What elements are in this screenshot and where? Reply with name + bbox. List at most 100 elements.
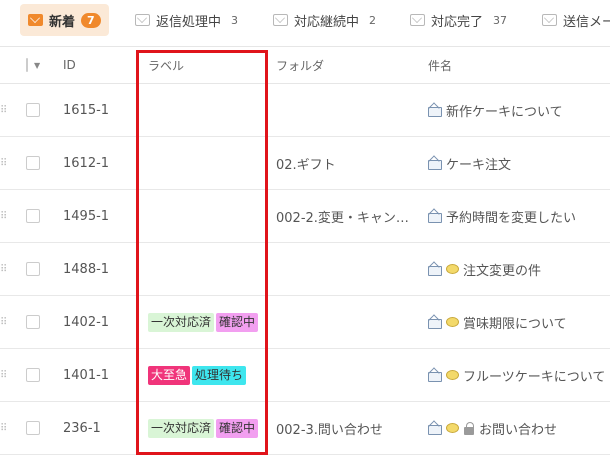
tab-label: 返信処理中 bbox=[156, 14, 222, 30]
select-all-checkbox[interactable]: ▼ bbox=[26, 47, 40, 83]
subject-cell[interactable]: 注文変更の件 bbox=[428, 243, 610, 295]
table-header: ▼ ID ラベル フォルダ 件名 bbox=[0, 46, 610, 84]
row-checkbox[interactable] bbox=[26, 243, 40, 295]
mail-icon bbox=[428, 422, 442, 435]
label-tag: 処理待ち bbox=[192, 365, 247, 385]
table-row[interactable]: ⠿ 236-1 一次対応済 確認中 002-3.問い合わせ お問い合わせ bbox=[0, 402, 610, 455]
label-cell bbox=[148, 84, 264, 136]
row-checkbox[interactable] bbox=[26, 296, 40, 348]
tab-completed[interactable]: 対応完了 37 bbox=[410, 4, 507, 36]
subject-text: 新作ケーキについて bbox=[446, 104, 563, 120]
message-id: 1495-1 bbox=[63, 208, 110, 224]
row-checkbox[interactable] bbox=[26, 402, 40, 454]
envelope-icon bbox=[410, 14, 425, 26]
tab-label: 送信メー bbox=[563, 14, 610, 30]
envelope-icon bbox=[542, 14, 557, 26]
subject-cell[interactable]: 予約時間を変更したい bbox=[428, 190, 610, 242]
folder-name bbox=[276, 84, 416, 136]
subject-text: フルーツケーキについて bbox=[463, 369, 606, 385]
message-id: 1402-1 bbox=[63, 314, 110, 330]
count-badge: 7 bbox=[81, 12, 101, 28]
chevron-down-icon[interactable]: ▼ bbox=[34, 61, 40, 70]
message-id: 236-1 bbox=[63, 420, 101, 436]
drag-handle-icon[interactable]: ⠿ bbox=[0, 296, 8, 348]
column-header-folder[interactable]: フォルダ bbox=[276, 47, 416, 83]
subject-cell[interactable]: 賞味期限について bbox=[428, 296, 610, 348]
mail-icon bbox=[428, 263, 442, 276]
row-checkbox[interactable] bbox=[26, 190, 40, 242]
count-badge: 37 bbox=[493, 13, 508, 27]
mail-icon bbox=[428, 316, 442, 329]
tab-replying[interactable]: 返信処理中 3 bbox=[135, 4, 238, 36]
message-id: 1488-1 bbox=[63, 261, 110, 277]
subject-cell[interactable]: お問い合わせ bbox=[428, 402, 610, 454]
label-cell bbox=[148, 190, 264, 242]
folder-name: 002-3.問い合わせ bbox=[276, 422, 383, 438]
drag-handle-icon[interactable]: ⠿ bbox=[0, 402, 8, 454]
table-row[interactable]: ⠿ 1615-1 新作ケーキについて bbox=[0, 84, 610, 137]
folder-name: 002-2.変更・キャン… bbox=[276, 210, 409, 226]
tab-label: 対応完了 bbox=[431, 14, 484, 30]
envelope-icon bbox=[273, 14, 288, 26]
column-header-label[interactable]: ラベル bbox=[148, 47, 264, 83]
lock-icon bbox=[463, 421, 475, 435]
table-row[interactable]: ⠿ 1402-1 一次対応済 確認中 賞味期限について bbox=[0, 296, 610, 349]
subject-text: 賞味期限について bbox=[463, 316, 567, 332]
table-row[interactable]: ⠿ 1495-1 002-2.変更・キャン… 予約時間を変更したい bbox=[0, 190, 610, 243]
message-id: 1401-1 bbox=[63, 367, 110, 383]
row-checkbox[interactable] bbox=[26, 137, 40, 189]
subject-cell[interactable]: フルーツケーキについて bbox=[428, 349, 610, 401]
envelope-icon bbox=[28, 14, 43, 26]
subject-cell[interactable]: 新作ケーキについて bbox=[428, 84, 610, 136]
mailbox-tabs: 新着 7 返信処理中 3 対応継続中 2 対応完了 37 送信メー bbox=[0, 0, 610, 46]
comment-icon bbox=[446, 370, 459, 380]
folder-name bbox=[276, 296, 416, 348]
message-id: 1612-1 bbox=[63, 155, 110, 171]
tab-ongoing[interactable]: 対応継続中 2 bbox=[273, 4, 376, 36]
subject-cell[interactable]: ケーキ注文 bbox=[428, 137, 610, 189]
count-badge: 2 bbox=[369, 13, 377, 27]
drag-handle-icon[interactable]: ⠿ bbox=[0, 349, 8, 401]
envelope-icon bbox=[135, 14, 150, 26]
row-checkbox[interactable] bbox=[26, 84, 40, 136]
drag-handle-icon[interactable]: ⠿ bbox=[0, 243, 8, 295]
drag-handle-icon[interactable]: ⠿ bbox=[0, 137, 8, 189]
label-cell bbox=[148, 137, 264, 189]
label-cell: 大至急 処理待ち bbox=[148, 349, 264, 401]
label-cell bbox=[148, 243, 264, 295]
folder-name bbox=[276, 349, 416, 401]
label-tag: 確認中 bbox=[216, 418, 259, 438]
row-checkbox[interactable] bbox=[26, 349, 40, 401]
label-cell: 一次対応済 確認中 bbox=[148, 402, 264, 454]
label-tag: 大至急 bbox=[148, 365, 191, 385]
mail-icon bbox=[428, 104, 442, 117]
subject-text: 注文変更の件 bbox=[463, 263, 542, 279]
mail-icon bbox=[428, 210, 442, 223]
table-row[interactable]: ⠿ 1612-1 02.ギフト ケーキ注文 bbox=[0, 137, 610, 190]
comment-icon bbox=[446, 317, 459, 327]
label-tag: 一次対応済 bbox=[148, 312, 215, 332]
mail-icon bbox=[428, 157, 442, 170]
label-tag: 確認中 bbox=[216, 312, 259, 332]
label-tag: 一次対応済 bbox=[148, 418, 215, 438]
tab-label: 新着 bbox=[49, 14, 76, 30]
folder-name bbox=[276, 243, 416, 295]
subject-text: お問い合わせ bbox=[479, 422, 558, 438]
comment-icon bbox=[446, 264, 459, 274]
tab-sent[interactable]: 送信メー bbox=[542, 4, 610, 36]
mail-icon bbox=[428, 369, 442, 382]
comment-icon bbox=[446, 423, 459, 433]
count-badge: 3 bbox=[231, 13, 239, 27]
column-header-id[interactable]: ID bbox=[63, 47, 133, 83]
folder-name: 02.ギフト bbox=[276, 157, 336, 173]
table-row[interactable]: ⠿ 1401-1 大至急 処理待ち フルーツケーキについて bbox=[0, 349, 610, 402]
tab-new[interactable]: 新着 7 bbox=[20, 4, 109, 36]
drag-handle-icon[interactable]: ⠿ bbox=[0, 190, 8, 242]
tab-label: 対応継続中 bbox=[294, 14, 360, 30]
table-row[interactable]: ⠿ 1488-1 注文変更の件 bbox=[0, 243, 610, 296]
subject-text: 予約時間を変更したい bbox=[446, 210, 577, 226]
column-header-subject[interactable]: 件名 bbox=[428, 47, 610, 83]
label-cell: 一次対応済 確認中 bbox=[148, 296, 264, 348]
message-id: 1615-1 bbox=[63, 102, 110, 118]
drag-handle-icon[interactable]: ⠿ bbox=[0, 84, 8, 136]
